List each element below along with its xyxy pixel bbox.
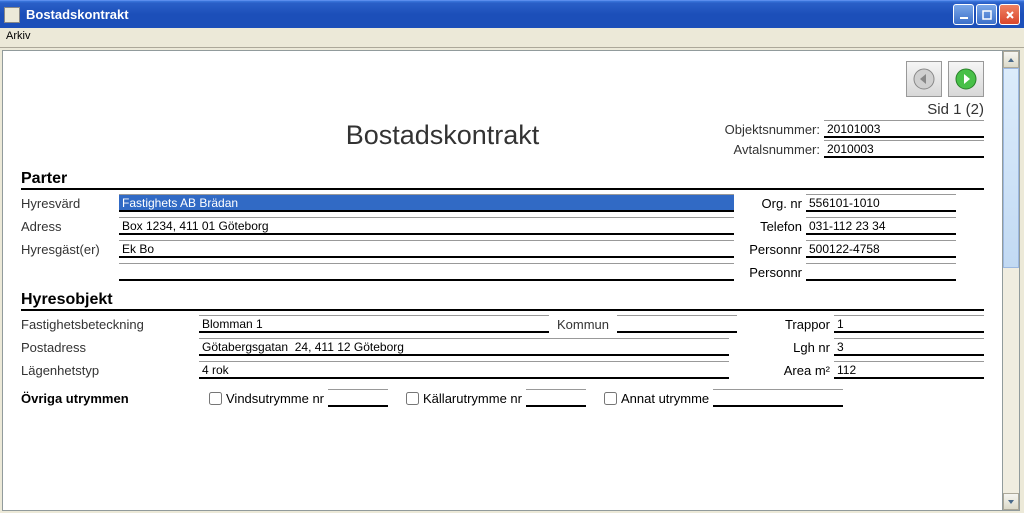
area-input[interactable] bbox=[834, 361, 984, 379]
maximize-button[interactable] bbox=[976, 4, 997, 25]
trappor-input[interactable] bbox=[834, 315, 984, 333]
menu-arkiv[interactable]: Arkiv bbox=[6, 30, 30, 42]
annat-input[interactable] bbox=[713, 389, 843, 407]
hyresvard-input[interactable] bbox=[119, 194, 734, 212]
vertical-scrollbar[interactable] bbox=[1003, 50, 1020, 511]
vind-label: Vindsutrymme nr bbox=[226, 391, 324, 406]
document-panel: Sid 1 (2) Bostadskontrakt Objektsnummer:… bbox=[2, 50, 1003, 511]
lghnr-label: Lgh nr bbox=[770, 340, 830, 355]
close-button[interactable] bbox=[999, 4, 1020, 25]
orgnr-label: Org. nr bbox=[742, 196, 802, 211]
scroll-track[interactable] bbox=[1003, 68, 1019, 493]
lghnr-input[interactable] bbox=[834, 338, 984, 356]
lagenhetstyp-input[interactable] bbox=[199, 361, 729, 379]
personnr2-input[interactable] bbox=[806, 263, 956, 281]
annat-checkbox[interactable] bbox=[604, 392, 617, 405]
adress-label: Adress bbox=[21, 219, 111, 234]
lagenhetstyp-label: Lägenhetstyp bbox=[21, 363, 191, 378]
trappor-label: Trappor bbox=[770, 317, 830, 332]
kallar-nr-input[interactable] bbox=[526, 389, 586, 407]
kommun-label: Kommun bbox=[557, 317, 609, 332]
avtalsnummer-label: Avtalsnummer: bbox=[734, 142, 820, 157]
section-hyresobjekt: Hyresobjekt Fastighetsbeteckning Kommun … bbox=[21, 291, 984, 407]
personnr1-input[interactable] bbox=[806, 240, 956, 258]
objektsnummer-label: Objektsnummer: bbox=[725, 122, 820, 137]
section-parter: Parter Hyresvärd Org. nr Adress Telefon … bbox=[21, 170, 984, 281]
fastighet-label: Fastighetsbeteckning bbox=[21, 317, 191, 332]
window-title: Bostadskontrakt bbox=[26, 7, 953, 22]
personnr2-label: Personnr bbox=[742, 265, 802, 280]
hyresgast1-input[interactable] bbox=[119, 240, 734, 258]
area-label: Area m² bbox=[770, 363, 830, 378]
window-controls bbox=[953, 4, 1020, 25]
hyresgaster-label: Hyresgäst(er) bbox=[21, 242, 111, 257]
arrow-left-icon bbox=[912, 67, 936, 91]
meta-fields: Objektsnummer: Avtalsnummer: bbox=[684, 120, 984, 160]
nav-row bbox=[21, 61, 984, 97]
client-area: Sid 1 (2) Bostadskontrakt Objektsnummer:… bbox=[0, 48, 1024, 513]
kommun-input[interactable] bbox=[617, 315, 737, 333]
arrow-right-icon bbox=[954, 67, 978, 91]
document-title: Bostadskontrakt bbox=[21, 120, 684, 151]
vind-checkbox[interactable] bbox=[209, 392, 222, 405]
page-indicator: Sid 1 (2) bbox=[21, 101, 984, 118]
telefon-input[interactable] bbox=[806, 217, 956, 235]
parter-title: Parter bbox=[21, 170, 984, 190]
menubar: Arkiv bbox=[0, 28, 1024, 48]
ovriga-title: Övriga utrymmen bbox=[21, 391, 191, 406]
hyresobjekt-title: Hyresobjekt bbox=[21, 291, 984, 311]
orgnr-input[interactable] bbox=[806, 194, 956, 212]
chevron-up-icon bbox=[1007, 56, 1015, 64]
chevron-down-icon bbox=[1007, 498, 1015, 506]
header-row: Bostadskontrakt Objektsnummer: Avtalsnum… bbox=[21, 120, 984, 160]
titlebar: Bostadskontrakt bbox=[0, 0, 1024, 28]
telefon-label: Telefon bbox=[742, 219, 802, 234]
scroll-down-button[interactable] bbox=[1003, 493, 1019, 510]
minimize-button[interactable] bbox=[953, 4, 974, 25]
kallar-checkbox[interactable] bbox=[406, 392, 419, 405]
next-page-button[interactable] bbox=[948, 61, 984, 97]
avtalsnummer-input[interactable] bbox=[824, 140, 984, 158]
vind-nr-input[interactable] bbox=[328, 389, 388, 407]
postadress-input[interactable] bbox=[199, 338, 729, 356]
postadress-label: Postadress bbox=[21, 340, 191, 355]
adress-input[interactable] bbox=[119, 217, 734, 235]
hyresvard-label: Hyresvärd bbox=[21, 196, 111, 211]
prev-page-button[interactable] bbox=[906, 61, 942, 97]
annat-label: Annat utrymme bbox=[621, 391, 709, 406]
fastighet-input[interactable] bbox=[199, 315, 549, 333]
objektsnummer-input[interactable] bbox=[824, 120, 984, 138]
app-icon bbox=[4, 7, 20, 23]
scroll-thumb[interactable] bbox=[1003, 68, 1019, 268]
personnr1-label: Personnr bbox=[742, 242, 802, 257]
kallar-label: Källarutrymme nr bbox=[423, 391, 522, 406]
hyresgast2-input[interactable] bbox=[119, 263, 734, 281]
scroll-up-button[interactable] bbox=[1003, 51, 1019, 68]
